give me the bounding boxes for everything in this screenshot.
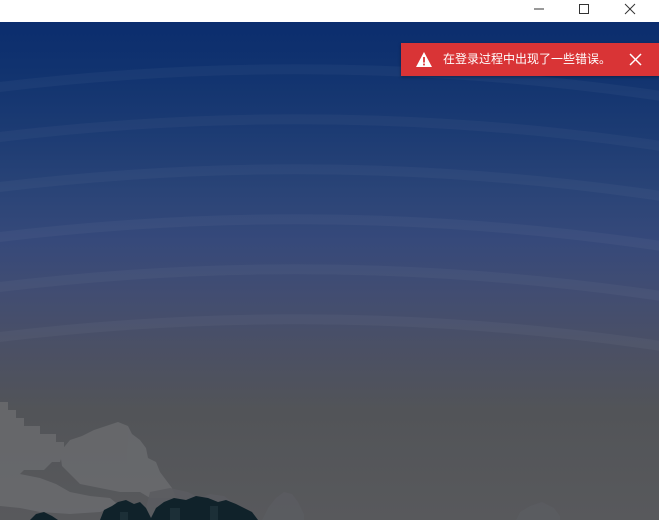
maximize-button[interactable]	[561, 0, 607, 18]
close-icon	[624, 3, 636, 15]
maximize-icon	[579, 4, 589, 14]
window-title-bar	[0, 0, 659, 22]
launcher-background	[0, 22, 659, 520]
minimize-icon	[534, 8, 544, 10]
error-message: 在登录过程中出现了一些错误。	[443, 52, 612, 66]
error-notification: 在登录过程中出现了一些错误。	[401, 43, 659, 76]
close-icon[interactable]	[627, 51, 644, 68]
warning-icon	[416, 52, 432, 67]
background-scenery	[0, 402, 560, 520]
window-close-button[interactable]	[607, 0, 653, 18]
minimize-button[interactable]	[516, 0, 562, 18]
